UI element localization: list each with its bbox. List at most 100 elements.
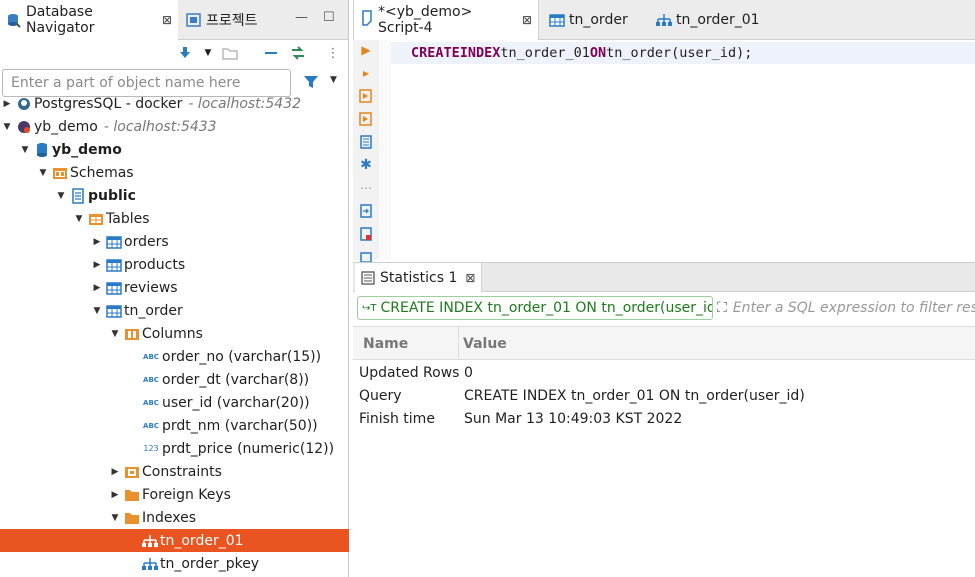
tree-node-schema[interactable]: ▼ public <box>0 184 349 207</box>
tree-node-column[interactable]: ABC prdt_nm (varchar(50)) <box>0 414 349 437</box>
table-row[interactable]: Updated Rows 0 <box>353 361 975 384</box>
executed-query-box[interactable]: ↪T CREATE INDEX tn_order_01 ON tn_order(… <box>357 296 713 320</box>
tree-node-column[interactable]: ABC order_no (varchar(15)) <box>0 345 349 368</box>
project-icon <box>186 12 202 28</box>
results-filter-input[interactable]: ⛶ Enter a SQL expression to filter resul… <box>717 296 975 320</box>
tree-node-connection[interactable]: ▼ yb_demo - localhost:5433 <box>0 115 349 138</box>
close-icon[interactable]: ⊠ <box>162 13 172 27</box>
chevron-right-icon[interactable]: ▶ <box>0 97 14 111</box>
tab-project[interactable]: 프로젝트 <box>180 0 280 40</box>
tree-node-index[interactable]: tn_order_pkey <box>0 552 349 575</box>
chevron-right-icon[interactable]: ▶ <box>90 258 104 272</box>
tree-node-table[interactable]: ▶ products <box>0 253 349 276</box>
chevron-down-icon[interactable]: ▼ <box>18 143 32 157</box>
tree-node-label: public <box>88 187 136 204</box>
link-editor-icon[interactable] <box>289 44 307 62</box>
chevron-down-icon[interactable]: ▼ <box>36 166 50 180</box>
tree-node-label: reviews <box>124 279 178 296</box>
tree-node-indexes[interactable]: ▼ Indexes <box>0 506 349 529</box>
chevron-right-icon[interactable]: ▶ <box>90 235 104 249</box>
table-row[interactable]: Finish time Sun Mar 13 10:49:03 KST 2022 <box>353 407 975 430</box>
tree-node-index[interactable]: tn_order_01 <box>0 529 349 552</box>
tree-node-table[interactable]: ▶ reviews <box>0 276 349 299</box>
tab-table-tn-order[interactable]: tn_order <box>543 0 643 40</box>
column-header-name[interactable]: Name <box>353 327 459 360</box>
row-name: Query <box>359 387 402 404</box>
tab-script[interactable]: *<yb_demo> Script-4 ⊠ <box>353 0 539 40</box>
sql-editor-area: *<yb_demo> Script-4 ⊠ tn_order tn_order_… <box>353 0 975 577</box>
execute-script-icon[interactable] <box>358 88 374 104</box>
sql-editor[interactable]: ▶ ▸ ✱ ⋯ CREATE INDEX tn_order_01 ON tn_o… <box>353 40 975 262</box>
tree-node-table[interactable]: ▼ tn_order <box>0 299 349 322</box>
chevron-down-icon[interactable]: ▼ <box>0 120 14 134</box>
tree-node-connection[interactable]: ▶ PostgresSQL - docker - localhost:5432 <box>0 92 349 115</box>
gear-icon[interactable]: ✱ <box>358 157 374 173</box>
tree-node-tables[interactable]: ▼ Tables <box>0 207 349 230</box>
tree-node-database[interactable]: ▼ yb_demo <box>0 138 349 161</box>
table-icon <box>106 257 122 273</box>
row-value: 0 <box>464 364 473 381</box>
chevron-down-icon[interactable]: ▼ <box>54 189 68 203</box>
new-folder-icon[interactable] <box>221 44 239 62</box>
tree-node-label: yb_demo <box>34 118 98 135</box>
minimize-icon[interactable]: — <box>295 10 308 25</box>
tree-node-table[interactable]: ▶ orders <box>0 230 349 253</box>
table-icon <box>549 13 565 27</box>
new-connection-icon[interactable] <box>176 44 194 62</box>
tree-node-label: tn_order_01 <box>160 532 244 549</box>
chevron-down-icon[interactable]: ▼ <box>199 44 217 62</box>
chevron-down-icon[interactable]: ▼ <box>90 304 104 318</box>
tree-node-label: tn_order <box>124 302 183 319</box>
chevron-right-icon[interactable]: ▶ <box>108 465 122 479</box>
results-query-bar: ↪T CREATE INDEX tn_order_01 ON tn_order(… <box>353 294 975 322</box>
row-value: Sun Mar 13 10:49:03 KST 2022 <box>464 410 683 427</box>
tree-node-host: - localhost:5432 <box>188 95 302 112</box>
chevron-down-icon[interactable]: ▼ <box>72 212 86 226</box>
database-icon <box>34 142 50 158</box>
collapse-all-icon[interactable] <box>262 44 280 62</box>
tab-statistics[interactable]: Statistics 1 ⊠ <box>355 263 483 292</box>
execute-script-new-tab-icon[interactable] <box>358 111 374 127</box>
chevron-down-icon[interactable]: ▼ <box>330 75 337 85</box>
chevron-down-icon[interactable]: ▼ <box>108 327 122 341</box>
column-header-value[interactable]: Value <box>463 327 507 360</box>
close-icon[interactable]: ⊠ <box>465 271 475 285</box>
index-icon <box>142 533 158 549</box>
tree-node-foreign-keys[interactable]: ▶ Foreign Keys <box>0 483 349 506</box>
tab-database-navigator[interactable]: Database Navigator ⊠ <box>0 0 178 40</box>
tree-node-column[interactable]: ABC order_dt (varchar(8)) <box>0 368 349 391</box>
tab-label: Database Navigator <box>26 4 95 36</box>
chevron-right-icon[interactable]: ▶ <box>108 488 122 502</box>
tree-node-label: prdt_nm (varchar(50)) <box>162 417 318 434</box>
tree-node-column[interactable]: 123 prdt_price (numeric(12)) <box>0 437 349 460</box>
execute-in-new-tab-icon[interactable]: ▸ <box>358 65 374 81</box>
chevron-down-icon[interactable]: ▼ <box>108 511 122 525</box>
table-row[interactable]: Query CREATE INDEX tn_order_01 ON tn_ord… <box>353 384 975 407</box>
expand-icon[interactable]: ⛶ <box>717 300 727 316</box>
tree-node-label: prdt_price (numeric(12)) <box>162 440 335 457</box>
tab-label: *<yb_demo> Script-4 <box>378 4 473 36</box>
row-value: CREATE INDEX tn_order_01 ON tn_order(use… <box>464 387 805 404</box>
close-icon[interactable]: ⊠ <box>522 13 532 27</box>
tree-node-schemas[interactable]: ▼ Schemas <box>0 161 349 184</box>
tree-node-constraints[interactable]: ▶ Constraints <box>0 460 349 483</box>
tree-node-column[interactable]: ABC user_id (varchar(20)) <box>0 391 349 414</box>
tree-node-label: Indexes <box>142 509 197 526</box>
explain-plan-icon[interactable] <box>358 134 374 150</box>
sql-query-icon: ↪T <box>362 302 377 314</box>
view-menu-icon[interactable]: ⋮ <box>324 44 342 62</box>
maximize-icon[interactable]: ☐ <box>323 10 335 25</box>
chevron-right-icon[interactable]: ▶ <box>90 281 104 295</box>
tab-label: Statistics 1 <box>380 269 458 286</box>
execute-statement-icon[interactable]: ▶ <box>358 42 374 58</box>
filter-icon[interactable] <box>303 74 319 94</box>
editor-tabbar: *<yb_demo> Script-4 ⊠ tn_order tn_order_… <box>353 0 975 40</box>
tab-index-tn-order-01[interactable]: tn_order_01 <box>650 0 775 40</box>
tree-node-columns[interactable]: ▼ Columns <box>0 322 349 345</box>
text-column-icon: ABC <box>143 352 159 361</box>
save-script-icon[interactable] <box>358 226 374 242</box>
tree-node-label: PostgresSQL - docker <box>34 95 183 112</box>
load-script-icon[interactable] <box>358 203 374 219</box>
sql-code-line[interactable]: CREATE INDEX tn_order_01 ON tn_order(use… <box>391 42 975 64</box>
tree-node-label: orders <box>124 233 169 250</box>
